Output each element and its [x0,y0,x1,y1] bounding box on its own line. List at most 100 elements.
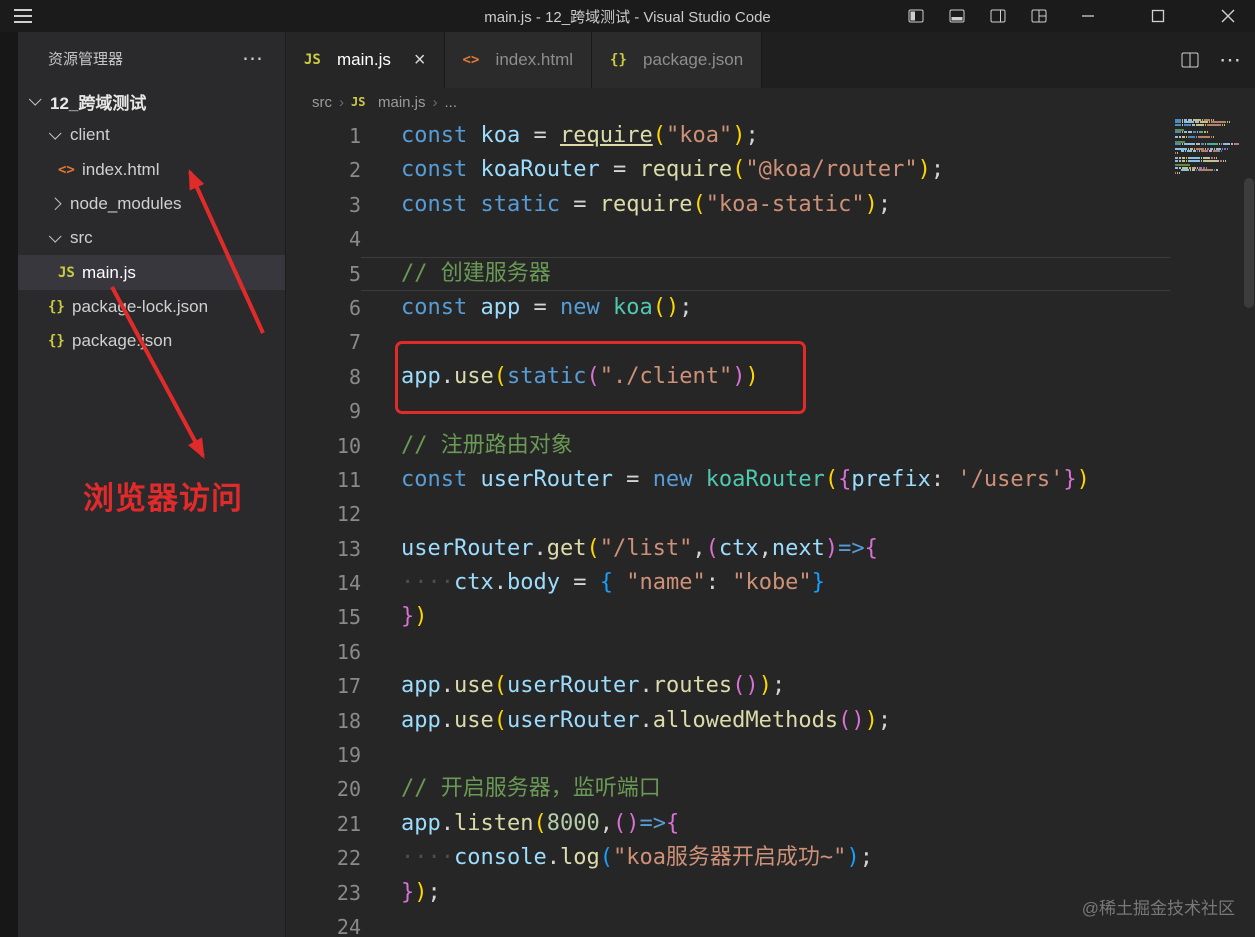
code-line[interactable]: 14 ····ctx.body = { "name": "kobe"} [286,566,1255,600]
tab-list: JS main.js × <> index.html {} package.json [286,32,763,88]
tree-item-label: main.js [82,262,136,282]
code-line[interactable]: 5 // 创建服务器 [286,256,1255,292]
code-text: // 创建服务器 [401,260,551,286]
line-number: 11 [336,467,361,492]
code-line[interactable]: 22 ····console.log("koa服务器开启成功~"); [286,841,1255,875]
tree-item-package-lock.json[interactable]: {} package-lock.json [18,290,285,324]
tree-item-label: 12_跨域测试 [50,93,147,113]
code-text: app.use(userRouter.allowedMethods()); [401,707,892,733]
chevron-separator-icon: › [339,93,344,111]
code-text: const koa = require("koa"); [401,123,759,148]
toggle-sidebar-icon[interactable] [908,9,924,23]
line-number: 5 [348,261,361,286]
tree-item-client[interactable]: client [18,118,285,152]
tree-item-label: package-lock.json [72,296,209,316]
window-title: main.js - 12_跨域测试 - Visual Studio Code [484,8,771,26]
code-text: ····ctx.body = { "name": "kobe"} [401,570,825,596]
tree-item-index.html[interactable]: <> index.html [18,153,285,187]
code-line[interactable]: 19 [286,738,1255,772]
breadcrumb-item[interactable]: src [312,94,332,111]
code-line[interactable]: 13 userRouter.get("/list",(ctx,next)=>{ [286,532,1255,566]
line-number: 2 [348,158,361,183]
tab-main.js[interactable]: JS main.js × [286,32,445,88]
code-editor[interactable]: 1 const koa = require("koa"); 2 const koaRo… [286,116,1255,937]
line-number: 17 [336,674,361,699]
tab-index.html[interactable]: <> index.html [444,32,593,88]
line-number: 6 [348,295,361,320]
code-line[interactable]: 11 const userRouter = new koaRouter({pref… [286,463,1255,497]
tab-label: main.js [337,50,391,69]
code-line[interactable]: 2 const koaRouter = require("@koa/router"… [286,153,1255,187]
js-file-icon: JS [304,52,321,68]
line-number: 4 [348,227,361,252]
tree-item-label: package.json [72,331,173,351]
split-editor-icon[interactable] [1181,52,1199,68]
tree-item-package.json[interactable]: {} package.json [18,324,285,358]
minimize-icon[interactable] [1081,9,1095,23]
customize-layout-icon[interactable] [1031,9,1047,23]
code-line[interactable]: 15}) [286,600,1255,634]
code-line[interactable]: 12 [286,497,1255,531]
tree-item-label: node_modules [70,194,182,214]
close-icon[interactable] [1221,9,1235,23]
tab-label: package.json [643,50,744,69]
js-file-icon: JS [58,264,75,281]
code-text: ····console.log("koa服务器开启成功~"); [401,845,873,871]
code-text: const static = require("koa-static"); [401,191,892,217]
activity-bar[interactable] [0,32,18,937]
tree-item-src[interactable]: src [18,221,285,255]
close-tab-icon[interactable]: × [414,49,426,72]
code-line[interactable]: 10 // 注册路由对象 [286,429,1255,463]
scrollbar-thumb[interactable] [1244,178,1254,308]
toggle-panel-icon[interactable] [949,9,965,23]
menu-icon[interactable] [14,9,32,23]
tree-item-label: client [70,125,110,145]
code-line[interactable]: 21 app.listen(8000,()=>{ [286,807,1255,841]
code-lines: 1 const koa = require("koa"); 2 const koaRo… [286,119,1255,937]
code-line[interactable]: 16 [286,635,1255,669]
code-text: const koaRouter = require("@koa/router")… [401,157,945,183]
line-number: 3 [348,192,361,217]
file-tree: 12_跨域测试client <> index.html node_modulessrc… [18,84,285,358]
code-line[interactable]: 17 app.use(userRouter.routes()); [286,669,1255,703]
minimap[interactable] [1175,119,1239,176]
tree-item-node_modules[interactable]: node_modules [18,187,285,221]
code-line[interactable]: 1 const koa = require("koa"); [286,119,1255,153]
tree-item-main.js[interactable]: JS main.js [18,255,285,290]
line-number: 24 [336,914,361,937]
code-line[interactable]: 20 // 开启服务器，监听端口 [286,772,1255,806]
chevron-down-icon [48,229,62,243]
breadcrumb-item[interactable]: main.js [378,94,426,111]
more-actions-icon[interactable]: ⋯ [242,48,263,69]
line-number: 1 [348,124,361,148]
line-number: 13 [336,536,361,561]
code-line[interactable]: 6 const app = new koa(); [286,291,1255,325]
code-line[interactable]: 4 [286,222,1255,256]
json-file-icon: {} [610,52,627,68]
js-file-icon: JS [351,95,366,109]
more-actions-icon[interactable]: ⋯ [1219,47,1241,73]
tree-item-12_跨域测试[interactable]: 12_跨域测试 [18,84,285,118]
toggle-secondary-sidebar-icon[interactable] [990,9,1006,23]
tab-bar: JS main.js × <> index.html {} package.json ⋯ [286,32,1255,88]
code-text: const userRouter = new koaRouter({prefix… [401,466,1090,492]
maximize-icon[interactable] [1151,9,1165,23]
code-text: userRouter.get("/list",(ctx,next)=>{ [401,535,878,561]
chevron-right-icon [48,196,62,210]
breadcrumb-item[interactable]: ... [445,94,458,111]
window-buttons [1081,9,1235,23]
code-line[interactable]: 3 const static = require("koa-static"); [286,188,1255,222]
title-bar: main.js - 12_跨域测试 - Visual Studio Code [0,0,1255,32]
tab-package.json[interactable]: {} package.json [592,32,763,88]
html-file-icon: <> [462,52,480,68]
tree-item-label: src [70,228,93,248]
line-number: 7 [348,330,361,355]
chevron-separator-icon: › [432,93,438,111]
code-line[interactable]: 18 app.use(userRouter.allowedMethods()); [286,704,1255,738]
line-number: 21 [336,811,361,836]
breadcrumb: src › JS main.js ›... [286,88,1255,116]
line-number: 20 [336,777,361,802]
